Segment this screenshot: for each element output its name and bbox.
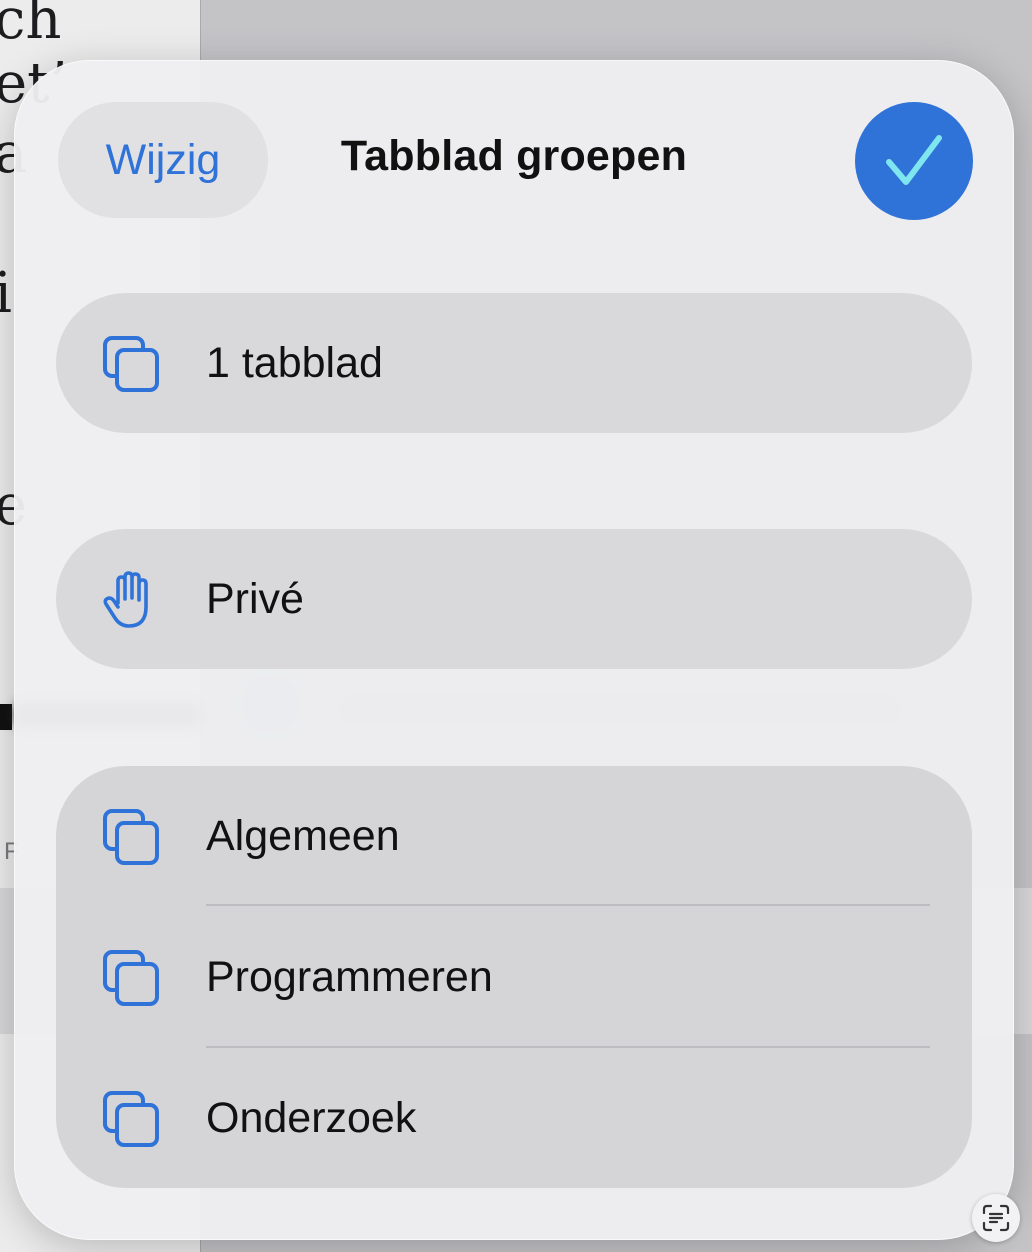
tab-group-list: Algemeen Programmeren Onderzoek <box>56 766 972 1188</box>
tab-group-label: Algemeen <box>206 811 400 860</box>
tabs-icon <box>103 809 159 865</box>
tab-group-label: Onderzoek <box>206 1093 417 1142</box>
current-tabs-label: 1 tabblad <box>206 338 383 387</box>
divider <box>206 904 930 906</box>
background-dark-bar <box>0 704 12 730</box>
tab-group-item[interactable]: Algemeen <box>56 766 972 906</box>
tab-group-item[interactable]: Programmeren <box>56 907 972 1047</box>
current-tabs-row[interactable]: 1 tabblad <box>56 293 972 433</box>
tab-groups-popover: Wijzig Tabblad groepen 1 tabblad Privé A… <box>14 60 1014 1240</box>
background-text-fragment: ch <box>0 0 62 52</box>
tabs-icon <box>103 336 159 392</box>
tabs-icon <box>103 950 159 1006</box>
tab-group-item[interactable]: Onderzoek <box>56 1048 972 1188</box>
live-text-button[interactable] <box>972 1194 1020 1242</box>
live-text-scan-icon <box>982 1204 1010 1232</box>
hand-raised-icon <box>103 571 148 628</box>
checkmark-icon <box>886 135 942 185</box>
private-row[interactable]: Privé <box>56 529 972 669</box>
private-label: Privé <box>206 574 304 623</box>
background-text-fragment: i <box>0 261 12 326</box>
tab-group-label: Programmeren <box>206 952 493 1001</box>
tabs-icon <box>103 1091 159 1147</box>
done-button[interactable] <box>855 102 973 220</box>
